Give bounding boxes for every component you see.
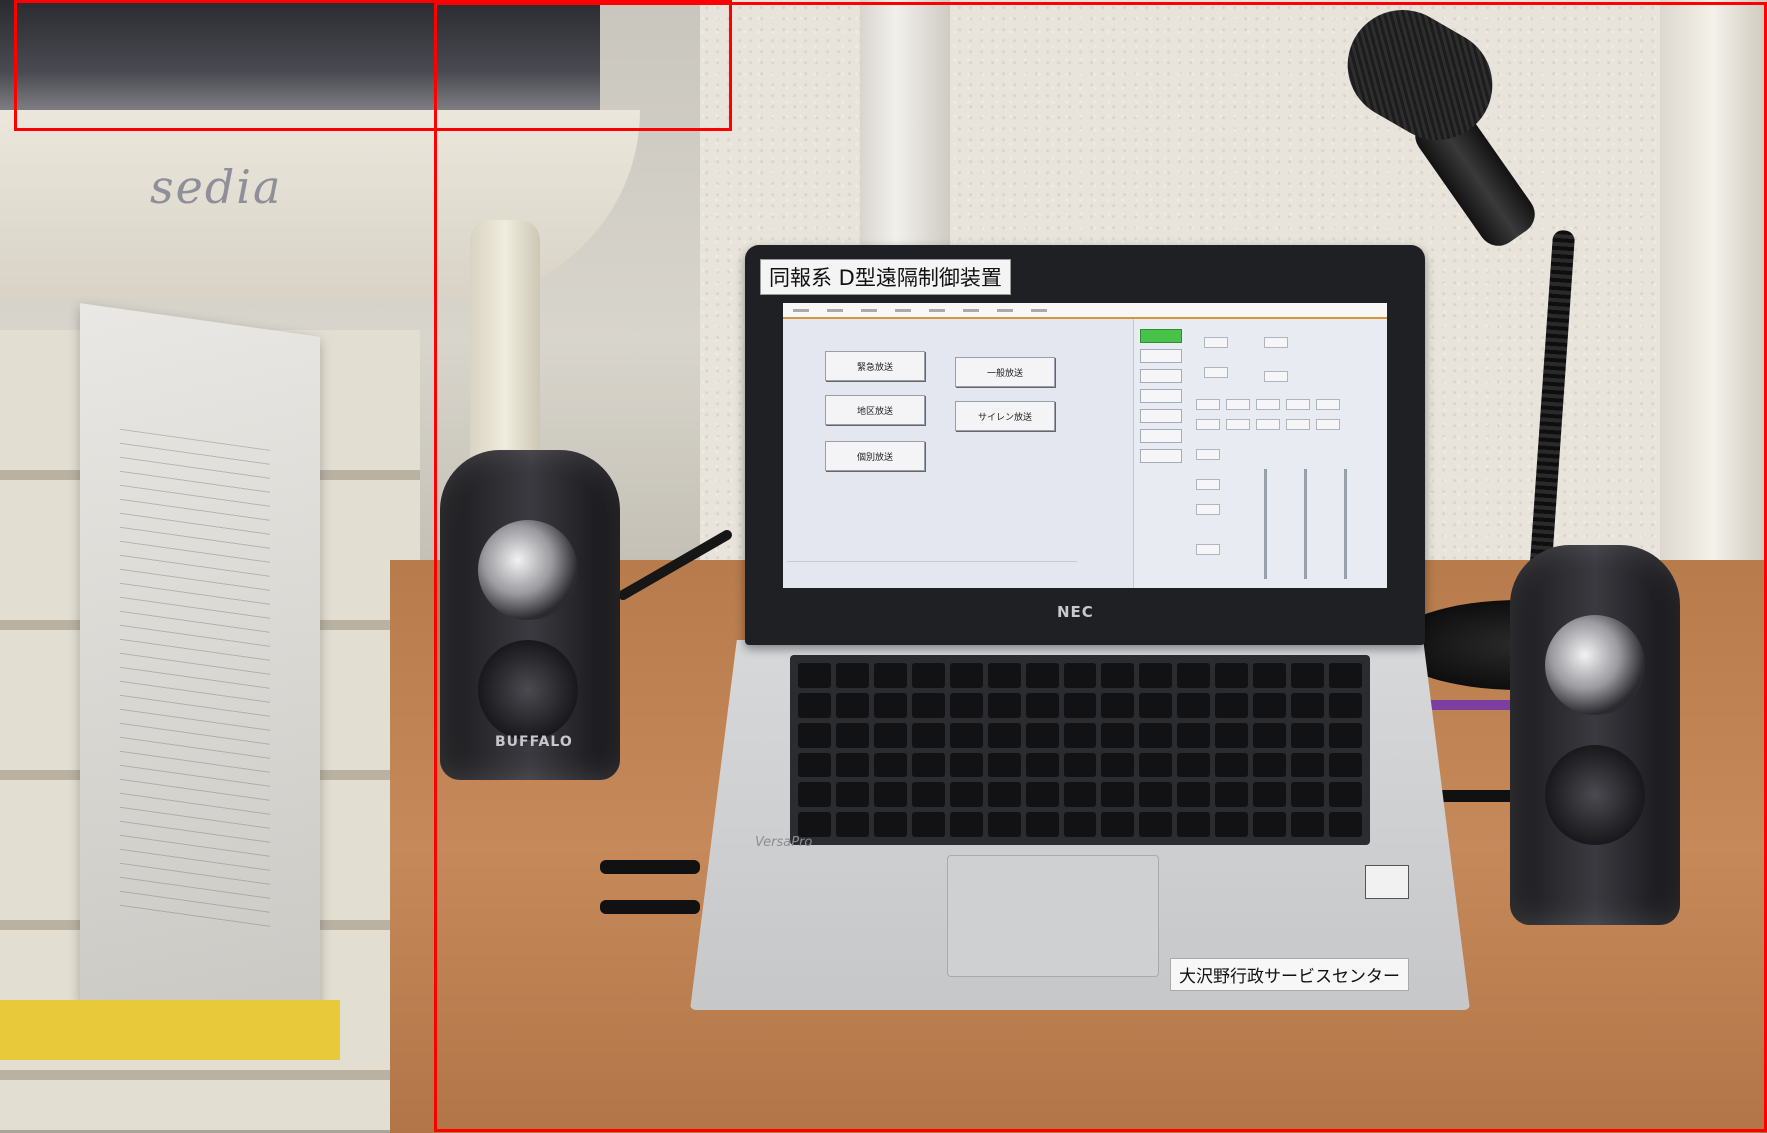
hanging-pamphlet bbox=[80, 303, 320, 1037]
annotation-box-desk bbox=[434, 2, 1767, 1132]
tray-brand-label: sedia bbox=[150, 160, 283, 214]
yellow-sign bbox=[0, 1000, 340, 1060]
